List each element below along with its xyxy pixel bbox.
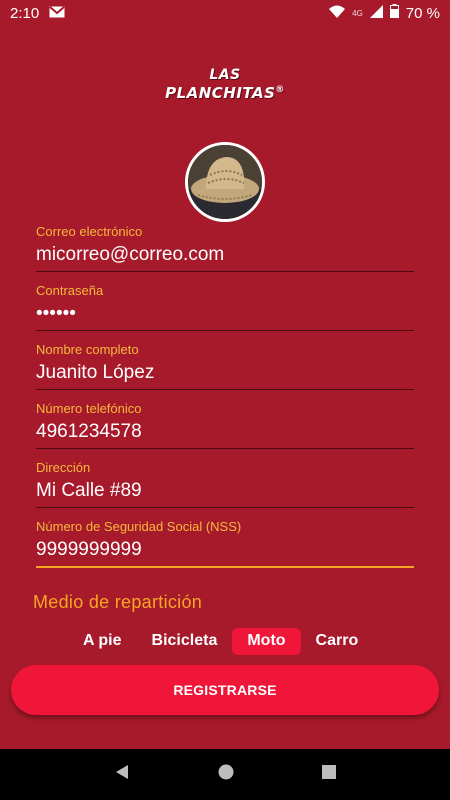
delivery-method-label: Medio de repartición — [33, 592, 203, 612]
app-logo: LAS PLANCHITAS® — [0, 68, 450, 102]
wifi-icon — [329, 5, 346, 22]
email-input[interactable]: micorreo@correo.com — [36, 244, 414, 266]
delivery-option-a-pie[interactable]: A pie — [68, 628, 137, 655]
full-name-field[interactable]: Nombre completo Juanito López — [36, 342, 414, 400]
battery-percent: 70 % — [405, 4, 440, 22]
phone-input[interactable]: 4961234578 — [36, 421, 414, 443]
password-label: Contraseña — [36, 283, 104, 298]
gmail-icon — [49, 5, 65, 22]
battery-icon — [389, 4, 399, 22]
home-icon[interactable] — [218, 764, 234, 785]
registered-mark: ® — [275, 85, 285, 95]
password-underline — [36, 330, 414, 331]
nss-field[interactable]: Número de Seguridad Social (NSS) 9999999… — [36, 519, 414, 577]
full-name-underline — [36, 389, 414, 390]
email-field[interactable]: Correo electrónico micorreo@correo.com — [36, 224, 414, 282]
address-label: Dirección — [36, 460, 91, 475]
nss-label: Número de Seguridad Social (NSS) — [36, 519, 242, 534]
full-name-input[interactable]: Juanito López — [36, 362, 414, 384]
recents-icon[interactable] — [322, 765, 336, 784]
password-field[interactable]: Contraseña •••••• — [36, 283, 414, 341]
password-input[interactable]: •••••• — [36, 303, 414, 325]
back-icon[interactable] — [114, 764, 130, 785]
email-underline — [36, 271, 414, 272]
phone-field[interactable]: Número telefónico 4961234578 — [36, 401, 414, 459]
logo-line-1: LAS — [209, 67, 241, 83]
status-time: 2:10 — [10, 4, 40, 22]
address-underline — [36, 507, 414, 508]
nss-input[interactable]: 9999999999 — [36, 539, 414, 561]
phone-label: Número telefónico — [36, 401, 142, 416]
nss-underline — [36, 566, 414, 568]
delivery-option-bicicleta[interactable]: Bicicleta — [137, 628, 233, 655]
profile-photo-icon — [188, 145, 262, 219]
delivery-option-carro[interactable]: Carro — [301, 628, 374, 655]
network-type: 4G — [352, 8, 363, 18]
email-label: Correo electrónico — [36, 224, 143, 239]
address-field[interactable]: Dirección Mi Calle #89 — [36, 460, 414, 518]
full-name-label: Nombre completo — [36, 342, 139, 357]
avatar[interactable] — [185, 142, 265, 222]
phone-underline — [36, 448, 414, 449]
signal-icon — [369, 4, 383, 22]
register-button[interactable]: REGISTRARSE — [11, 665, 439, 715]
delivery-method-selector: A pie Bicicleta Moto Carro — [68, 627, 373, 655]
delivery-option-moto[interactable]: Moto — [232, 627, 301, 655]
address-input[interactable]: Mi Calle #89 — [36, 480, 414, 502]
status-bar: 2:10 4G 70 % — [0, 0, 450, 26]
logo-wordmark: PLANCHITAS — [165, 84, 276, 102]
navigation-bar — [0, 749, 450, 800]
logo-line-2: PLANCHITAS® — [0, 83, 450, 101]
